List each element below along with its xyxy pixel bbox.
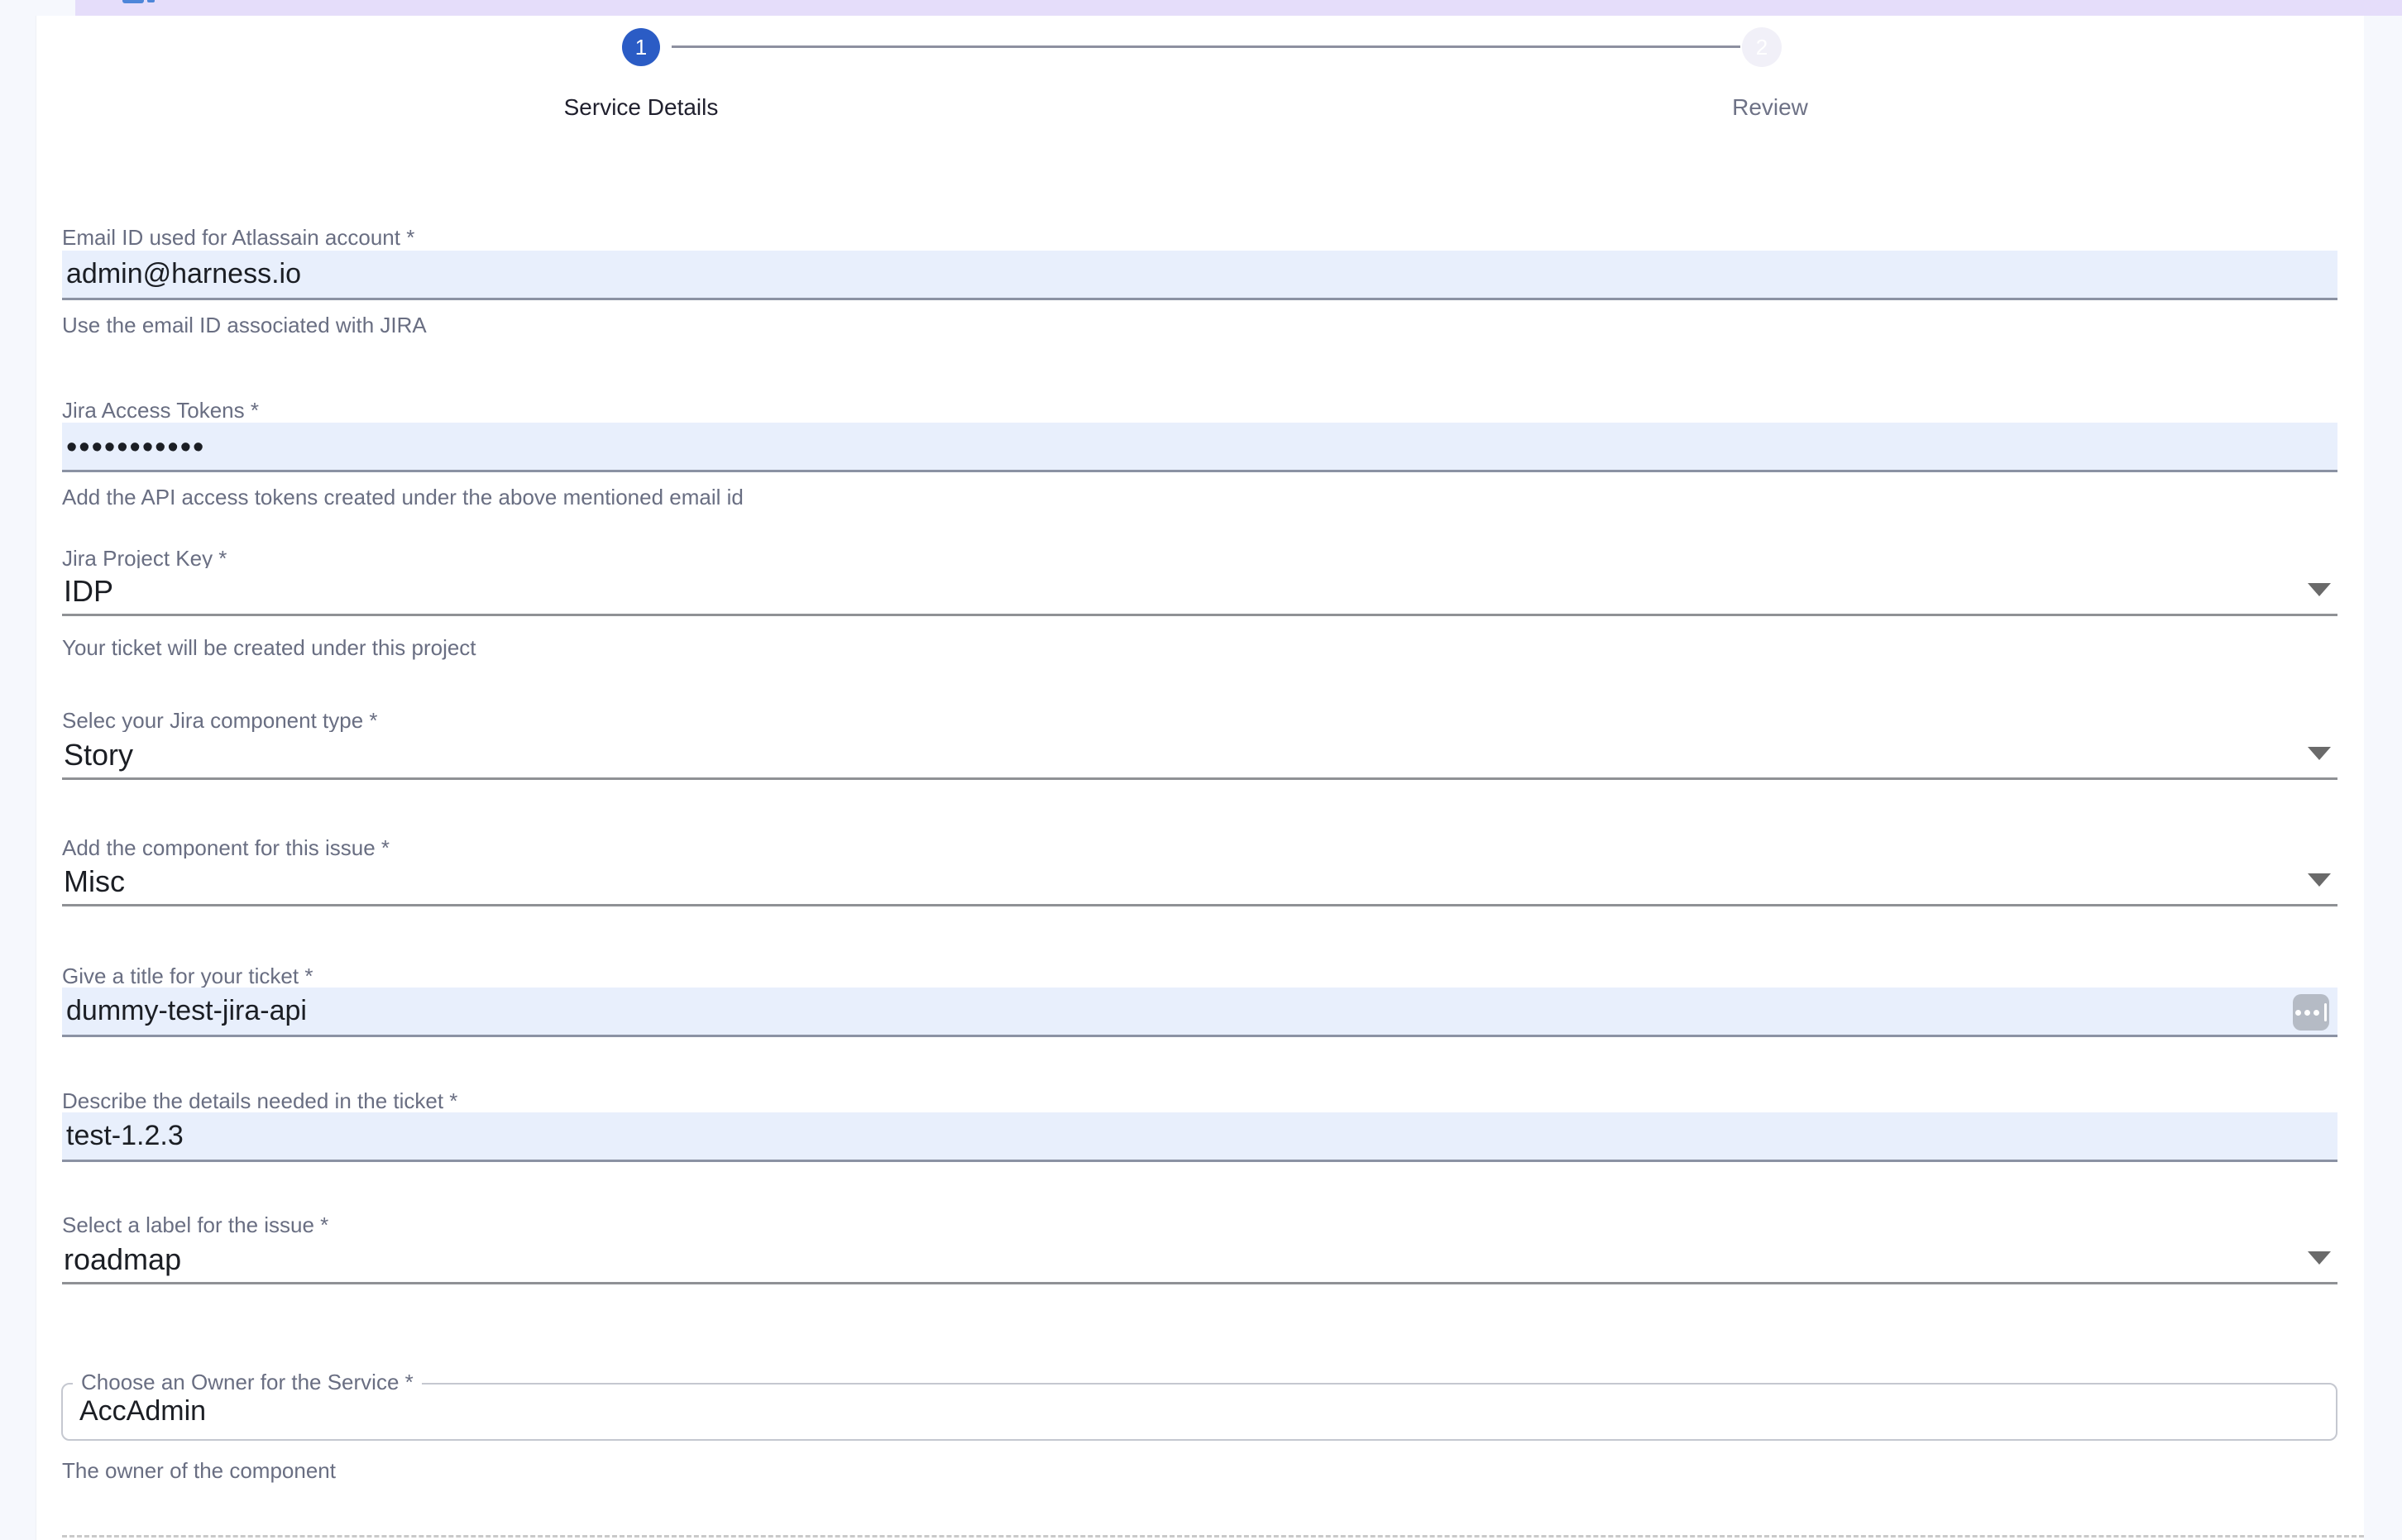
stepper-label-review: Review — [1522, 94, 2018, 121]
issue-label-field-label: Select a label for the issue * — [62, 1212, 328, 1238]
component-type-field-label: Selec your Jira component type * — [62, 708, 378, 734]
cursor-bar-glyph — [2324, 1003, 2327, 1021]
page-gutter-left — [0, 0, 36, 1540]
issue-label-select[interactable]: roadmap — [62, 1236, 2337, 1284]
component-select[interactable]: Misc — [62, 858, 2337, 906]
chevron-down-icon[interactable] — [2308, 747, 2331, 760]
dot-glyph — [2313, 1010, 2319, 1016]
stepper-step-1[interactable]: 1 — [622, 28, 660, 66]
email-helper-text: Use the email ID associated with JIRA — [62, 313, 427, 338]
expression-input-icon[interactable] — [2293, 994, 2329, 1031]
ticket-title-input[interactable] — [62, 988, 2337, 1037]
stepper-label-service-details: Service Details — [393, 94, 889, 121]
access-tokens-helper-text: Add the API access tokens created under … — [62, 485, 744, 510]
access-tokens-field-label: Jira Access Tokens * — [62, 398, 259, 423]
project-key-value: IDP — [62, 574, 113, 609]
ticket-description-field-label: Describe the details needed in the ticke… — [62, 1088, 457, 1114]
workflow-form-page: 1 2 Service Details Review Email ID used… — [0, 0, 2402, 1540]
access-tokens-input[interactable] — [62, 423, 2337, 472]
banner-logo-icon — [147, 0, 155, 2]
chevron-down-icon[interactable] — [2308, 1251, 2331, 1265]
page-gutter-right — [2364, 16, 2402, 1540]
dot-glyph — [2304, 1010, 2310, 1016]
banner-logo-icon — [122, 0, 144, 3]
email-field-label: Email ID used for Atlassain account * — [62, 225, 414, 251]
dot-glyph — [2295, 1010, 2301, 1016]
project-key-helper-text: Your ticket will be created under this p… — [62, 635, 476, 661]
component-field-label: Add the component for this issue * — [62, 835, 390, 861]
issue-label-value: roadmap — [62, 1242, 181, 1277]
component-type-value: Story — [62, 738, 133, 772]
component-value: Misc — [62, 864, 125, 899]
ticket-description-input[interactable] — [62, 1112, 2337, 1162]
component-type-select[interactable]: Story — [62, 732, 2337, 780]
bottom-cutoff-divider — [62, 1535, 2364, 1538]
project-key-select[interactable]: IDP — [62, 568, 2337, 616]
stepper-step-2[interactable]: 2 — [1742, 27, 1782, 67]
workflow-header-banner — [75, 0, 2402, 16]
chevron-down-icon[interactable] — [2308, 873, 2331, 887]
ticket-title-field-label: Give a title for your ticket * — [62, 964, 313, 989]
owner-helper-text: The owner of the component — [62, 1458, 336, 1484]
owner-field-label: Choose an Owner for the Service * — [73, 1370, 422, 1395]
stepper-connector — [672, 45, 1740, 48]
email-input[interactable] — [62, 251, 2337, 300]
chevron-down-icon[interactable] — [2308, 583, 2331, 596]
